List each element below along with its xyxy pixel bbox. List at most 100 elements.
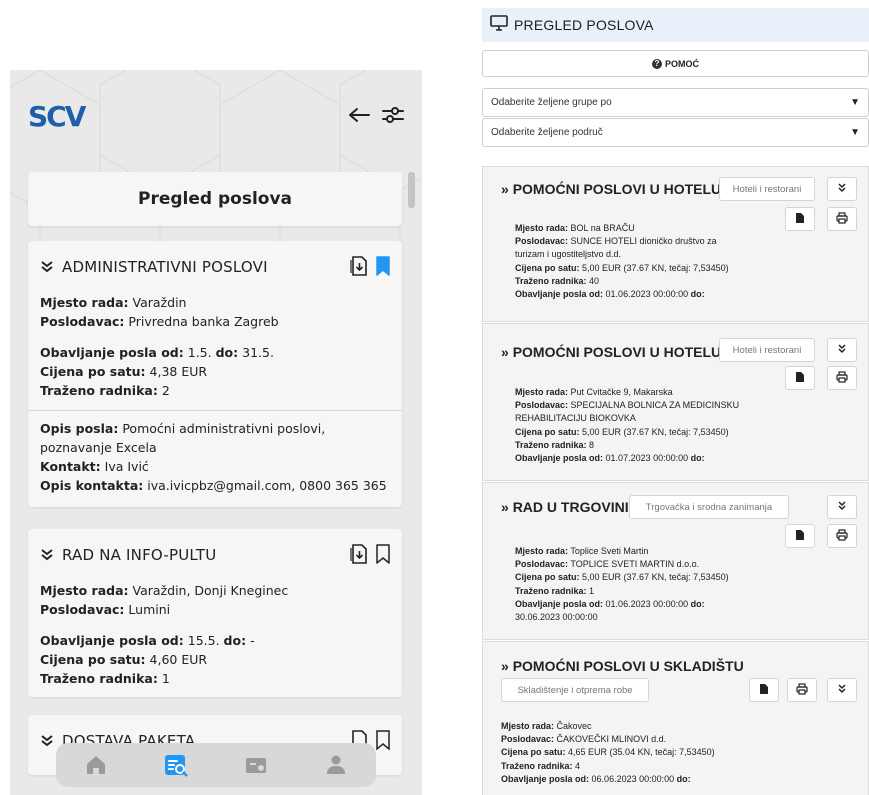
job-location: Varaždin, Donji Kneginec: [132, 583, 289, 598]
label: Mjesto rada:: [501, 721, 555, 731]
back-arrow-icon[interactable]: [348, 107, 370, 123]
label: Poslodavac:: [40, 314, 125, 329]
job-card[interactable]: » POMOĆNI POSLOVI U HOTELU Hoteli i rest…: [482, 166, 869, 322]
job-workers-needed: 8: [589, 439, 595, 450]
double-chevron-icon: »: [501, 181, 509, 197]
file-icon: [759, 683, 769, 697]
print-button[interactable]: [827, 207, 857, 231]
scrollbar[interactable]: [408, 172, 415, 208]
job-card[interactable]: » POMOĆNI POSLOVI U HOTELU Hoteli i rest…: [482, 323, 869, 481]
job-date-from: 06.06.2023 00:00:00: [591, 773, 675, 784]
job-hourly-rate: 4,65 EUR (35.04 KN, tečaj: 7,53450): [568, 747, 715, 758]
job-card[interactable]: » RAD U TRGOVINI Trgovačka i srodna zani…: [482, 482, 869, 640]
label: do:: [690, 289, 705, 300]
job-card[interactable]: RAD NA INFO-PULTU Mjesto rada: Varaždin,…: [28, 529, 402, 697]
job-hourly-rate: 4,38 EUR: [149, 364, 208, 379]
chevrons-down-icon: [837, 684, 847, 696]
dropdown-arrow-icon: ▼: [850, 127, 860, 138]
expand-chevron-icon[interactable]: [40, 546, 54, 565]
job-date-from: 01.07.2023 00:00:00: [605, 453, 689, 464]
label: Opis posla:: [40, 421, 119, 436]
expand-button[interactable]: [827, 678, 857, 702]
label: Traženo radnika:: [40, 671, 158, 686]
job-location: Varaždin: [132, 295, 187, 310]
job-card[interactable]: » POMOĆNI POSLOVI U SKLADIŠTU Skladišten…: [482, 641, 869, 795]
document-download-icon[interactable]: [350, 255, 368, 279]
bookmark-filled-icon[interactable]: [376, 255, 390, 279]
label: Mjesto rada:: [40, 295, 129, 310]
label: Cijena po satu:: [515, 572, 580, 583]
job-employer: Lumini: [128, 602, 171, 617]
bookmark-outline-icon[interactable]: [376, 543, 390, 567]
job-title: RAD NA INFO-PULTU: [62, 546, 217, 564]
label: Poslodavac:: [515, 400, 569, 411]
label: Traženo radnika:: [40, 383, 158, 398]
document-download-icon[interactable]: [350, 543, 368, 567]
job-location: BOL na BRAČU: [570, 223, 635, 233]
dropdown-arrow-icon: ▼: [850, 97, 860, 108]
job-hourly-rate: 5,00 EUR (37.67 KN, tečaj: 7,53450): [582, 262, 729, 273]
print-button[interactable]: [787, 678, 817, 702]
job-title-text: RAD U TRGOVINI: [512, 499, 629, 515]
page-title: PREGLED POSLOVA: [514, 17, 654, 33]
document-button[interactable]: [785, 366, 815, 390]
filter-sliders-icon[interactable]: [382, 105, 404, 125]
job-workers-needed: 1: [161, 671, 170, 686]
page-title: Pregled poslova: [137, 189, 292, 209]
label: Poslodavac:: [515, 236, 569, 247]
web-page: PREGLED POSLOVA ? POMOĆ Odaberite željen…: [482, 8, 869, 795]
area-select[interactable]: Odaberite željene područ ▼: [482, 118, 869, 147]
expand-chevron-icon[interactable]: [40, 258, 54, 277]
mobile-app-screen: SCV Pregled poslova ADMINISTRATIVNI POSL…: [10, 70, 422, 795]
category-tag[interactable]: Skladištenje i otprema robe: [501, 678, 649, 702]
chevrons-down-icon: [837, 183, 847, 195]
bookmark-outline-icon[interactable]: [376, 729, 390, 753]
question-icon: ?: [651, 58, 662, 69]
expand-button[interactable]: [827, 495, 857, 519]
job-card[interactable]: ADMINISTRATIVNI POSLOVI Mjesto rada: Var…: [28, 241, 402, 507]
file-icon: [795, 529, 805, 543]
job-date-to: 31.5.: [242, 345, 274, 360]
job-date-to: -: [250, 633, 255, 648]
category-tag[interactable]: Hoteli i restorani: [719, 338, 815, 362]
home-icon[interactable]: [83, 752, 109, 778]
category-tag[interactable]: Hoteli i restorani: [719, 177, 815, 201]
job-workers-needed: 40: [589, 275, 600, 286]
document-button[interactable]: [749, 678, 779, 702]
group-select[interactable]: Odaberite željene grupe po ▼: [482, 88, 869, 117]
profile-icon[interactable]: [323, 752, 349, 778]
help-button[interactable]: ? POMOĆ: [482, 50, 869, 77]
label: do:: [676, 773, 691, 784]
expand-button[interactable]: [827, 177, 857, 201]
label: Obavljanje posla od:: [515, 598, 604, 609]
job-location: Toplice Sveti Martin: [570, 546, 649, 556]
label: Cijena po satu:: [515, 262, 580, 273]
job-date-from: 1.5.: [187, 345, 212, 360]
double-chevron-icon: »: [501, 658, 509, 674]
expand-button[interactable]: [827, 338, 857, 362]
job-workers-needed: 2: [161, 383, 170, 398]
job-date-to: 30.06.2023 00:00:00: [515, 612, 598, 623]
monitor-icon: [490, 14, 508, 36]
label: Obavljanje posla od:: [501, 773, 590, 784]
document-button[interactable]: [785, 524, 815, 548]
label: Opis kontakta:: [40, 478, 144, 493]
category-tag[interactable]: Trgovačka i srodna zanimanja: [629, 495, 789, 519]
job-employer-cont: turizam i ugostiteljstvo d.d.: [515, 249, 622, 260]
label: Mjesto rada:: [515, 387, 569, 397]
printer-icon: [836, 529, 848, 543]
label: Cijena po satu:: [501, 747, 566, 758]
print-button[interactable]: [827, 524, 857, 548]
printer-icon: [796, 683, 808, 697]
expand-chevron-icon[interactable]: [40, 732, 54, 751]
double-chevron-icon: »: [501, 344, 509, 360]
page-header: PREGLED POSLOVA: [482, 8, 869, 42]
label: Traženo radnika:: [515, 439, 587, 450]
print-button[interactable]: [827, 366, 857, 390]
job-search-icon[interactable]: [163, 752, 189, 778]
scv-logo: SCV: [28, 100, 86, 133]
job-contact: Iva Ivić: [104, 459, 149, 474]
document-button[interactable]: [785, 207, 815, 231]
file-icon: [795, 212, 805, 226]
wallet-icon[interactable]: [243, 752, 269, 778]
